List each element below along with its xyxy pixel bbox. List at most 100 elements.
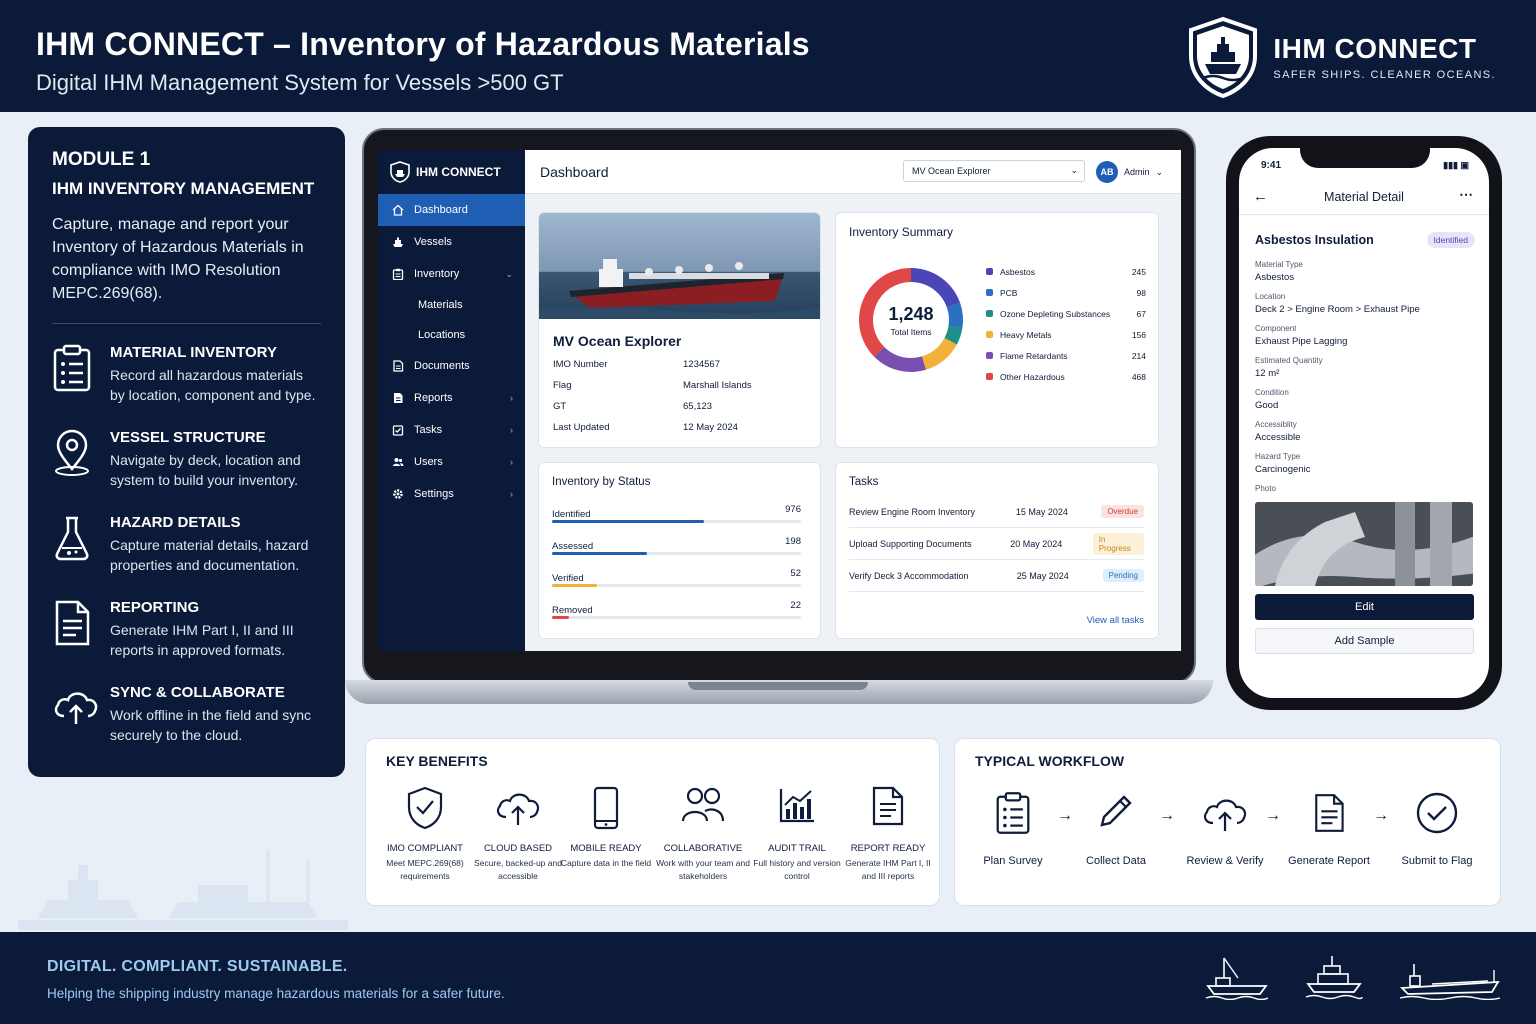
vessel-select-value: MV Ocean Explorer	[912, 166, 991, 176]
sidebar-item-vessels[interactable]: Vessels	[378, 226, 525, 258]
task-name: Review Engine Room Inventory	[849, 506, 976, 517]
feature-material-inventory: MATERIAL INVENTORY Record all hazardous m…	[52, 344, 321, 405]
phone-notch	[1300, 140, 1430, 168]
vessel-card: MV Ocean Explorer IMO Number 1234567 Flag…	[538, 212, 821, 448]
view-all-tasks-link[interactable]: View all tasks	[1087, 615, 1144, 626]
workflow-step-review-verify: Review & Verify	[1175, 791, 1275, 867]
pencil-icon	[1100, 795, 1132, 827]
benefit-title: CLOUD BASED	[483, 843, 553, 854]
task-name: Verify Deck 3 Accommodation	[849, 570, 969, 581]
benefits-title: KEY BENEFITS	[386, 753, 488, 769]
sidebar-item-label: Reports	[414, 392, 453, 404]
feature-vessel-structure: VESSEL STRUCTURE Navigate by deck, locati…	[52, 429, 321, 490]
clipboard-icon	[53, 344, 91, 392]
vessel-row: IMO Number 1234567	[553, 359, 806, 372]
sidebar-item-label: Vessels	[414, 236, 452, 248]
chevron-right-icon: ›	[510, 393, 513, 403]
sidebar-item-reports[interactable]: Reports ›	[378, 382, 525, 414]
sidebar-subitem-locations[interactable]: Locations	[378, 320, 525, 350]
sidebar-item-documents[interactable]: Documents	[378, 350, 525, 382]
legend-swatch	[986, 289, 993, 296]
material-photo[interactable]	[1255, 502, 1473, 586]
sidebar-item-tasks[interactable]: Tasks ›	[378, 414, 525, 446]
add-sample-button[interactable]: Add Sample	[1255, 628, 1474, 654]
benefit-title: MOBILE READY	[570, 843, 642, 854]
status-value: 22	[790, 600, 801, 611]
task-status-badge: Overdue	[1101, 505, 1144, 518]
footer-tagline: Helping the shipping industry manage haz…	[47, 986, 505, 1001]
back-arrow-icon[interactable]: ←	[1253, 188, 1268, 205]
sidebar-subitem-materials[interactable]: Materials	[378, 290, 525, 320]
feature-reporting: REPORTING Generate IHM Part I, II and III…	[52, 599, 321, 660]
feature-desc: Work offline in the field and sync secur…	[110, 707, 312, 743]
user-menu[interactable]: AB Admin ⌄	[1096, 161, 1163, 183]
legend-swatch	[986, 310, 993, 317]
task-status-badge: In Progress	[1092, 532, 1144, 555]
chevron-down-icon: ⌄	[1070, 165, 1078, 175]
workflow-step-label: Plan Survey	[983, 855, 1043, 867]
vessel-select[interactable]: MV Ocean Explorer ⌄	[903, 160, 1085, 182]
task-row[interactable]: Review Engine Room Inventory 15 May 2024 O…	[849, 496, 1144, 528]
sidebar-item-label: Inventory	[414, 268, 460, 280]
feature-sync-collaborate: SYNC & COLLABORATE Work offline in the fi…	[52, 684, 321, 745]
tanker-icon	[1399, 964, 1501, 1000]
benefit-desc: Work with your team and stakeholders	[656, 858, 750, 881]
chevron-down-icon: ⌄	[1155, 166, 1164, 177]
user-name: Admin	[1124, 167, 1150, 177]
feature-desc: Record all hazardous materials by locati…	[110, 367, 316, 403]
edit-button[interactable]: Edit	[1255, 594, 1474, 620]
detail-field-label: Condition	[1255, 388, 1289, 397]
feature-title: SYNC & COLLABORATE	[110, 684, 285, 701]
inventory-summary-card: Inventory Summary 1,248 Total Items Asbe…	[835, 212, 1159, 448]
detail-field-value: Carcinogenic	[1255, 464, 1311, 475]
workflow-step-collect-data: Collect Data	[1066, 791, 1166, 867]
gear-icon	[393, 489, 403, 499]
vessel-row: Last Updated 12 May 2024	[553, 422, 806, 435]
sidebar-item-users[interactable]: Users ›	[378, 446, 525, 478]
divider	[1239, 214, 1489, 215]
dashboard-screen: IHM CONNECT Dashboard Vessels Inventory …	[378, 150, 1181, 651]
benefit-title: COLLABORATIVE	[663, 843, 743, 854]
chevron-down-icon: ⌄	[505, 268, 513, 279]
footer: DIGITAL. COMPLIANT. SUSTAINABLE. Helping…	[0, 932, 1536, 1024]
sidebar-item-settings[interactable]: Settings ›	[378, 478, 525, 510]
report-icon	[394, 393, 403, 403]
sidebar-item-label: Tasks	[414, 424, 443, 436]
location-pin-icon	[55, 429, 89, 476]
sidebar-logo-text: IHM CONNECT	[416, 165, 501, 179]
phone-nav: Material Detail ← ⋯	[1239, 186, 1489, 214]
sidebar-item-inventory[interactable]: Inventory ⌄	[378, 258, 525, 290]
legend-label: Heavy Metals	[1000, 329, 1052, 340]
task-row[interactable]: Verify Deck 3 Accommodation 25 May 2024 Pe…	[849, 560, 1144, 592]
workflow-step-label: Submit to Flag	[1401, 855, 1473, 867]
status-value: 976	[785, 504, 801, 515]
workflow-step-submit-to-flag: Submit to Flag	[1387, 791, 1487, 867]
detail-field: Condition Good	[1255, 388, 1475, 411]
legend-value: 67	[1136, 308, 1146, 319]
divider	[52, 323, 321, 324]
task-row[interactable]: Upload Supporting Documents 20 May 2024 In…	[849, 528, 1144, 560]
arrow-right-icon: →	[1159, 807, 1175, 824]
inventory-status-card: Inventory by Status Identified 976 Assesse…	[538, 462, 821, 639]
flask-icon	[55, 516, 89, 561]
task-date: 15 May 2024	[1015, 506, 1068, 517]
detail-field: Material Type Asbestos	[1255, 260, 1475, 283]
module-panel: MODULE 1 IHM INVENTORY MANAGEMENT Captur…	[28, 127, 345, 777]
module-description: Capture, manage and report your Inventor…	[52, 216, 304, 302]
feature-title: MATERIAL INVENTORY	[110, 344, 277, 361]
legend-item: Asbestos 245	[986, 261, 1146, 282]
legend-value: 468	[1131, 371, 1146, 382]
status-row: Assessed 198	[552, 536, 801, 556]
status-label: Removed	[552, 605, 593, 616]
sidebar-logo[interactable]: IHM CONNECT	[378, 150, 525, 194]
status-row: Verified 52	[552, 568, 801, 588]
document-icon	[55, 600, 90, 646]
sidebar-item-dashboard[interactable]: Dashboard	[378, 194, 525, 226]
progress-fill	[552, 520, 704, 523]
task-status-badge: Pending	[1102, 569, 1144, 582]
donut-total-label: Total Items	[890, 326, 932, 337]
progress-track	[552, 584, 801, 587]
legend-label: Other Hazardous	[1000, 371, 1065, 382]
status-label: Verified	[552, 573, 584, 584]
more-icon[interactable]: ⋯	[1459, 186, 1473, 203]
